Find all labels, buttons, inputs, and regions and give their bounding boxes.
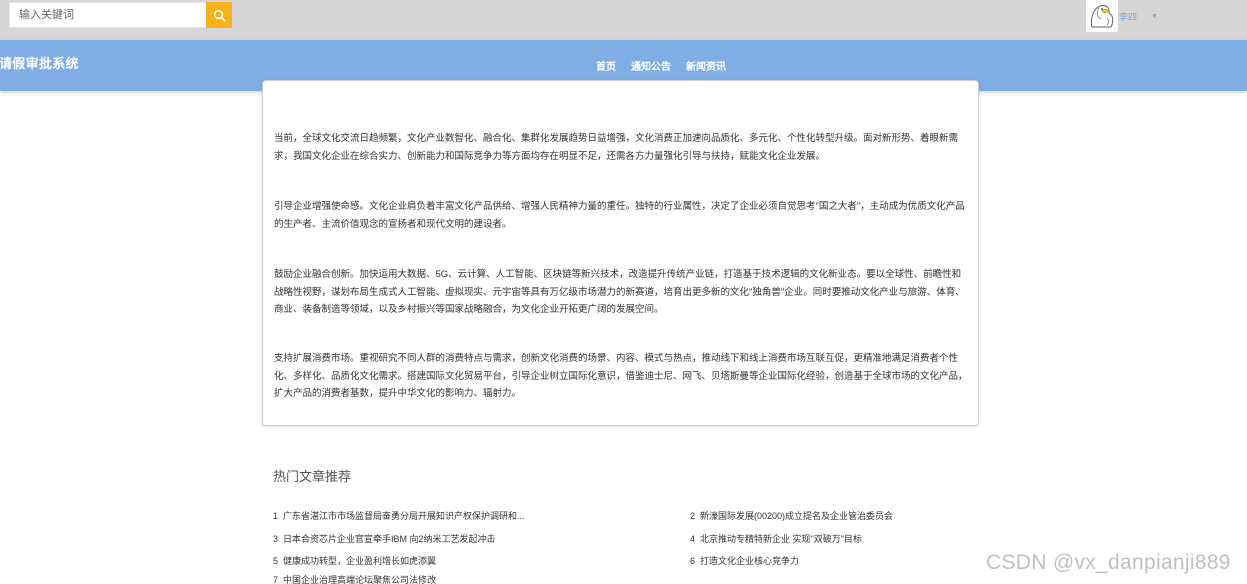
article-paragraph: 引导企业增强使命感。文化企业肩负着丰富文化产品供给、增强人民精神力量的重任。独特… bbox=[274, 201, 965, 230]
hot-article-index: 5 bbox=[273, 556, 279, 566]
avatar[interactable] bbox=[1086, 0, 1118, 32]
hot-article-index: 7 bbox=[273, 575, 279, 584]
hot-article-title[interactable]: 中国企业治理高端论坛聚焦公司法修改 bbox=[283, 575, 436, 584]
watermark: CSDN @vx_danpianji889 bbox=[986, 551, 1231, 574]
user-name[interactable]: 李四 bbox=[1119, 10, 1137, 23]
hot-article-title[interactable]: 北京推动专精特新企业 实现"双破万"目标 bbox=[700, 534, 862, 544]
hot-article-title[interactable]: 新濠国际发展(00200)成立提名及企业管治委员会 bbox=[700, 511, 893, 521]
article-content: 当前，全球文化交流日趋频繁，文化产业数智化、融合化、集群化发展趋势日益增强，文化… bbox=[262, 80, 979, 426]
nav-link-home[interactable]: 首页 bbox=[596, 58, 616, 73]
search-icon bbox=[213, 9, 226, 22]
hot-article-item[interactable]: 6 打造文化企业核心竞争力 bbox=[690, 554, 799, 567]
duck-avatar-icon bbox=[1086, 0, 1118, 32]
hot-articles-title: 热门文章推荐 bbox=[273, 469, 352, 484]
hot-article-index: 1 bbox=[273, 511, 279, 521]
hot-article-title[interactable]: 打造文化企业核心竞争力 bbox=[700, 556, 799, 566]
search-button[interactable] bbox=[206, 2, 232, 28]
top-bar: 李四 ▼ bbox=[0, 0, 1247, 40]
search-box bbox=[9, 2, 232, 28]
hot-article-index: 6 bbox=[690, 556, 696, 566]
article-paragraph: 当前，全球文化交流日趋频繁，文化产业数智化、融合化、集群化发展趋势日益增强，文化… bbox=[274, 133, 959, 162]
hot-article-item[interactable]: 7 中国企业治理高端论坛聚焦公司法修改 bbox=[273, 573, 436, 584]
hot-article-title[interactable]: 日本合资芯片企业官宣牵手IBM 向2纳米工艺发起冲击 bbox=[283, 534, 496, 544]
search-input[interactable] bbox=[9, 2, 206, 28]
hot-article-item[interactable]: 2 新濠国际发展(00200)成立提名及企业管治委员会 bbox=[690, 509, 893, 522]
hot-article-item[interactable]: 5 健康成功转型，企业盈利增长如虎添翼 bbox=[273, 554, 436, 567]
hot-article-index: 4 bbox=[690, 534, 696, 544]
article-paragraph: 支持扩展消费市场。重视研究不同人群的消费特点与需求，创新文化消费的场景、内容、模… bbox=[274, 353, 968, 399]
hot-article-item[interactable]: 3 日本合资芯片企业官宣牵手IBM 向2纳米工艺发起冲击 bbox=[273, 532, 496, 545]
user-menu[interactable]: 李四 ▼ bbox=[1086, 0, 1158, 32]
caret-down-icon[interactable]: ▼ bbox=[1151, 13, 1158, 20]
article-paragraph: 鼓励企业融合创新。加快运用大数据、5G、云计算、人工智能、区块链等新兴技术，改造… bbox=[274, 269, 965, 315]
brand-title: 请假审批系统 bbox=[0, 56, 79, 71]
hot-article-title[interactable]: 广东省湛江市市场监督局奋勇分局开展知识产权保护调研和... bbox=[283, 511, 525, 521]
nav-link-news[interactable]: 新闻资讯 bbox=[686, 58, 726, 73]
hot-article-index: 2 bbox=[690, 511, 696, 521]
hot-article-title[interactable]: 健康成功转型，企业盈利增长如虎添翼 bbox=[283, 556, 436, 566]
nav-links: 首页 通知公告 新闻资讯 bbox=[596, 58, 741, 73]
hot-article-item[interactable]: 1 广东省湛江市市场监督局奋勇分局开展知识产权保护调研和... bbox=[273, 509, 525, 522]
hot-article-index: 3 bbox=[273, 534, 279, 544]
hot-article-item[interactable]: 4 北京推动专精特新企业 实现"双破万"目标 bbox=[690, 532, 862, 545]
nav-link-notices[interactable]: 通知公告 bbox=[631, 58, 671, 73]
